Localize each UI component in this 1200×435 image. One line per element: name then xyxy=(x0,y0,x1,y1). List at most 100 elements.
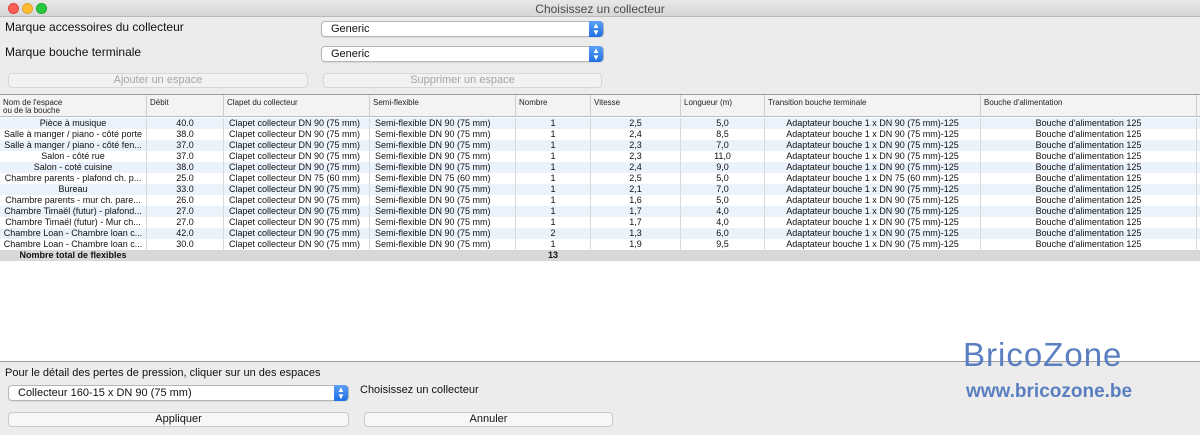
cell-space-name[interactable]: Bureau xyxy=(0,184,147,195)
cell-speed[interactable]: 1,6 xyxy=(591,195,681,206)
cell-length[interactable]: 9,0 xyxy=(681,162,765,173)
cell-speed[interactable]: 2,1 xyxy=(591,184,681,195)
col-header-supply-outlet[interactable]: Bouche d'alimentation xyxy=(981,95,1197,117)
cell-terminal-transition[interactable]: Adaptateur bouche 1 x DN 90 (75 mm)-125 xyxy=(765,184,981,195)
cell-count[interactable]: 1 xyxy=(516,140,591,151)
cell-flow[interactable]: 42.0 xyxy=(147,228,224,239)
cell-length[interactable]: 5,0 xyxy=(681,195,765,206)
cell-speed[interactable]: 1,7 xyxy=(591,217,681,228)
table-row[interactable]: Salle à manger / piano - côté porte 38.0 C… xyxy=(0,129,1200,140)
cell-collector-valve[interactable]: Clapet collecteur DN 90 (75 mm) xyxy=(224,195,370,206)
cell-supply-outlet[interactable]: Bouche d'alimentation 125 xyxy=(981,228,1197,239)
cell-semi-flexible[interactable]: Semi-flexible DN 90 (75 mm) xyxy=(370,206,516,217)
cell-semi-flexible[interactable]: Semi-flexible DN 90 (75 mm) xyxy=(370,217,516,228)
cell-space-name[interactable]: Chambre Loan - Chambre loan c... xyxy=(0,239,147,250)
cell-count[interactable]: 1 xyxy=(516,217,591,228)
cell-terminal-transition[interactable]: Adaptateur bouche 1 x DN 90 (75 mm)-125 xyxy=(765,162,981,173)
cell-terminal-transition[interactable]: Adaptateur bouche 1 x DN 90 (75 mm)-125 xyxy=(765,228,981,239)
cell-supply-outlet[interactable]: Bouche d'alimentation 125 xyxy=(981,195,1197,206)
cell-length[interactable]: 7,0 xyxy=(681,140,765,151)
cell-count[interactable]: 1 xyxy=(516,239,591,250)
col-header-flow[interactable]: Débit xyxy=(147,95,224,117)
cell-space-name[interactable]: Salle à manger / piano - côté porte xyxy=(0,129,147,140)
cell-supply-outlet[interactable]: Bouche d'alimentation 125 xyxy=(981,239,1197,250)
col-header-collector-valve[interactable]: Clapet du collecteur xyxy=(224,95,370,117)
cell-space-name[interactable]: Salon - côté rue xyxy=(0,151,147,162)
cell-supply-outlet[interactable]: Bouche d'alimentation 125 xyxy=(981,206,1197,217)
cell-collector-valve[interactable]: Clapet collecteur DN 90 (75 mm) xyxy=(224,228,370,239)
cell-speed[interactable]: 2,3 xyxy=(591,140,681,151)
cell-count[interactable]: 1 xyxy=(516,129,591,140)
cell-semi-flexible[interactable]: Semi-flexible DN 90 (75 mm) xyxy=(370,184,516,195)
cell-terminal-transition[interactable]: Adaptateur bouche 1 x DN 90 (75 mm)-125 xyxy=(765,140,981,151)
cell-speed[interactable]: 2,4 xyxy=(591,129,681,140)
cell-space-name[interactable]: Pièce à musique xyxy=(0,118,147,129)
cell-terminal-transition[interactable]: Adaptateur bouche 1 x DN 90 (75 mm)-125 xyxy=(765,206,981,217)
cell-collector-valve[interactable]: Clapet collecteur DN 90 (75 mm) xyxy=(224,239,370,250)
table-row[interactable]: Chambre parents - plafond ch. p... 25.0 Cl… xyxy=(0,173,1200,184)
cell-flow[interactable]: 40.0 xyxy=(147,118,224,129)
cell-terminal-transition[interactable]: Adaptateur bouche 1 x DN 90 (75 mm)-125 xyxy=(765,118,981,129)
table-row[interactable]: Chambre Timaël (futur) - plafond... 27.0 C… xyxy=(0,206,1200,217)
cell-space-name[interactable]: Chambre Loan - Chambre loan c... xyxy=(0,228,147,239)
cell-count[interactable]: 1 xyxy=(516,151,591,162)
table-row[interactable]: Pièce à musique 40.0 Clapet collecteur DN … xyxy=(0,118,1200,129)
cell-collector-valve[interactable]: Clapet collecteur DN 90 (75 mm) xyxy=(224,118,370,129)
cell-collector-valve[interactable]: Clapet collecteur DN 75 (60 mm) xyxy=(224,173,370,184)
cell-length[interactable]: 11,0 xyxy=(681,151,765,162)
cell-flow[interactable]: 27.0 xyxy=(147,206,224,217)
cell-speed[interactable]: 1,7 xyxy=(591,206,681,217)
cell-count[interactable]: 1 xyxy=(516,118,591,129)
cell-collector-valve[interactable]: Clapet collecteur DN 90 (75 mm) xyxy=(224,184,370,195)
table-row[interactable]: Bureau 33.0 Clapet collecteur DN 90 (75 mm… xyxy=(0,184,1200,195)
cell-length[interactable]: 5,0 xyxy=(681,118,765,129)
col-header-count[interactable]: Nombre xyxy=(516,95,591,117)
col-header-semi-flexible[interactable]: Semi-flexible xyxy=(370,95,516,117)
cell-length[interactable]: 5,0 xyxy=(681,173,765,184)
cell-semi-flexible[interactable]: Semi-flexible DN 90 (75 mm) xyxy=(370,162,516,173)
cell-length[interactable]: 6,0 xyxy=(681,228,765,239)
cell-speed[interactable]: 2,4 xyxy=(591,162,681,173)
cell-semi-flexible[interactable]: Semi-flexible DN 90 (75 mm) xyxy=(370,239,516,250)
cell-flow[interactable]: 30.0 xyxy=(147,239,224,250)
cell-flow[interactable]: 38.0 xyxy=(147,162,224,173)
cell-space-name[interactable]: Chambre parents - plafond ch. p... xyxy=(0,173,147,184)
collector-select[interactable]: Collecteur 160-15 x DN 90 (75 mm) ▲ ▼ xyxy=(8,385,349,401)
cell-collector-valve[interactable]: Clapet collecteur DN 90 (75 mm) xyxy=(224,129,370,140)
cell-terminal-transition[interactable]: Adaptateur bouche 1 x DN 90 (75 mm)-125 xyxy=(765,151,981,162)
cell-speed[interactable]: 2,5 xyxy=(591,118,681,129)
cell-speed[interactable]: 2,3 xyxy=(591,151,681,162)
cell-count[interactable]: 1 xyxy=(516,184,591,195)
cell-space-name[interactable]: Salle à manger / piano - côté fen... xyxy=(0,140,147,151)
cell-terminal-transition[interactable]: Adaptateur bouche 1 x DN 90 (75 mm)-125 xyxy=(765,195,981,206)
cell-supply-outlet[interactable]: Bouche d'alimentation 125 xyxy=(981,162,1197,173)
cell-supply-outlet[interactable]: Bouche d'alimentation 125 xyxy=(981,217,1197,228)
cell-collector-valve[interactable]: Clapet collecteur DN 90 (75 mm) xyxy=(224,140,370,151)
cell-flow[interactable]: 37.0 xyxy=(147,140,224,151)
cell-flow[interactable]: 37.0 xyxy=(147,151,224,162)
cell-space-name[interactable]: Salon - coté cuisine xyxy=(0,162,147,173)
cell-supply-outlet[interactable]: Bouche d'alimentation 125 xyxy=(981,129,1197,140)
cell-supply-outlet[interactable]: Bouche d'alimentation 125 xyxy=(981,151,1197,162)
cell-count[interactable]: 1 xyxy=(516,195,591,206)
col-header-space-name[interactable]: Nom de l'espace ou de la bouche xyxy=(0,95,147,117)
cell-terminal-transition[interactable]: Adaptateur bouche 1 x DN 90 (75 mm)-125 xyxy=(765,239,981,250)
cell-semi-flexible[interactable]: Semi-flexible DN 90 (75 mm) xyxy=(370,140,516,151)
cell-length[interactable]: 7,0 xyxy=(681,184,765,195)
table-row[interactable]: Chambre Loan - Chambre loan c... 30.0 Clap… xyxy=(0,239,1200,250)
cell-length[interactable]: 4,0 xyxy=(681,217,765,228)
cell-semi-flexible[interactable]: Semi-flexible DN 90 (75 mm) xyxy=(370,118,516,129)
cell-count[interactable]: 2 xyxy=(516,228,591,239)
col-header-speed[interactable]: Vitesse xyxy=(591,95,681,117)
cell-speed[interactable]: 1,3 xyxy=(591,228,681,239)
add-space-button[interactable]: Ajouter un espace xyxy=(8,73,308,88)
cell-semi-flexible[interactable]: Semi-flexible DN 90 (75 mm) xyxy=(370,228,516,239)
cell-supply-outlet[interactable]: Bouche d'alimentation 125 xyxy=(981,184,1197,195)
table-row[interactable]: Salon - coté cuisine 38.0 Clapet collecteu… xyxy=(0,162,1200,173)
table-row[interactable]: Chambre Timaël (futur) - Mur ch... 27.0 Cl… xyxy=(0,217,1200,228)
col-header-length[interactable]: Longueur (m) xyxy=(681,95,765,117)
cell-terminal-transition[interactable]: Adaptateur bouche 1 x DN 90 (75 mm)-125 xyxy=(765,129,981,140)
cell-length[interactable]: 4,0 xyxy=(681,206,765,217)
cell-speed[interactable]: 2,5 xyxy=(591,173,681,184)
table-row[interactable]: Salon - côté rue 37.0 Clapet collecteur DN… xyxy=(0,151,1200,162)
